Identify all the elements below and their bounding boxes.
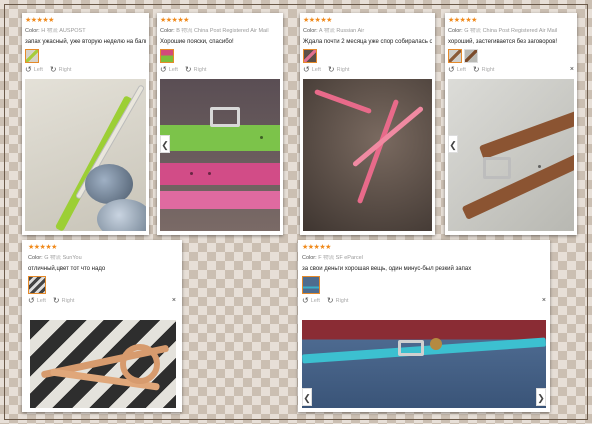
star-rating: ★★★★★ bbox=[25, 17, 54, 24]
previous-photo-button[interactable]: ❮ bbox=[160, 135, 170, 153]
close-icon[interactable]: × bbox=[172, 297, 176, 304]
star-rating: ★★★★★ bbox=[302, 244, 331, 251]
review-text: за свои деньги хорошая вещь, один минус-… bbox=[302, 266, 472, 272]
review-photo bbox=[302, 320, 546, 408]
rotate-right-button[interactable]: Right bbox=[59, 67, 72, 73]
review-text: отличный,цвет тот что надо bbox=[28, 266, 106, 272]
rotate-left-button[interactable]: Left bbox=[312, 67, 321, 73]
photo-thumbnail[interactable] bbox=[25, 49, 39, 63]
review-text: Ждала почти 2 месяца уже спор собиралась… bbox=[303, 39, 432, 45]
star-rating: ★★★★★ bbox=[160, 17, 189, 24]
review-card-1: ★★★★★ Color: H 物流 AUSPOST запах ужасный,… bbox=[22, 13, 149, 235]
next-photo-button[interactable]: ❯ bbox=[536, 388, 546, 406]
photo-thumbnail[interactable] bbox=[28, 276, 46, 294]
rotate-right-icon[interactable]: ↻ bbox=[53, 296, 60, 305]
image-controls: ↺ Left ↻ Right bbox=[160, 65, 280, 74]
photo-thumbnail[interactable] bbox=[464, 49, 478, 63]
rotate-right-icon[interactable]: ↻ bbox=[327, 296, 334, 305]
rotate-left-icon[interactable]: ↺ bbox=[160, 65, 167, 74]
review-meta: Color: H 物流 AUSPOST bbox=[25, 28, 86, 34]
review-photo bbox=[160, 79, 280, 231]
photo-thumbnail[interactable] bbox=[448, 49, 462, 63]
previous-photo-button[interactable]: ❮ bbox=[448, 135, 458, 153]
review-text: запах ужасный, уже вторую неделю на балк… bbox=[25, 39, 146, 45]
review-photo bbox=[448, 79, 574, 231]
rotate-right-icon[interactable]: ↻ bbox=[473, 65, 480, 74]
rotate-left-icon[interactable]: ↺ bbox=[25, 65, 32, 74]
image-controls: ↺ Left ↻ Right bbox=[303, 65, 432, 74]
image-controls: ↺ Left ↻ Right bbox=[25, 65, 146, 74]
review-meta: Color: G 物流 SunYou bbox=[28, 255, 82, 261]
review-photo bbox=[25, 79, 146, 231]
photo-thumbnail[interactable] bbox=[302, 276, 320, 294]
review-photo bbox=[30, 320, 176, 408]
rotate-right-button[interactable]: Right bbox=[336, 298, 349, 304]
rotate-right-button[interactable]: Right bbox=[194, 67, 207, 73]
rotate-right-icon[interactable]: ↻ bbox=[328, 65, 335, 74]
rotate-right-icon[interactable]: ↻ bbox=[185, 65, 192, 74]
review-card-3: ★★★★★ Color: A 物流 Russian Air Ждала почт… bbox=[300, 13, 435, 235]
image-controls: ↺ Left ↻ Right × bbox=[302, 296, 546, 305]
photo-thumbnail[interactable] bbox=[160, 49, 174, 63]
rotate-left-icon[interactable]: ↺ bbox=[448, 65, 455, 74]
rotate-right-button[interactable]: Right bbox=[337, 67, 350, 73]
review-meta: Color: F 物流 SF eParcel bbox=[302, 255, 363, 261]
image-controls: ↺ Left ↻ Right × bbox=[28, 296, 176, 305]
rotate-left-button[interactable]: Left bbox=[37, 298, 46, 304]
photo-thumbnails bbox=[448, 46, 574, 63]
review-meta: Color: B 物流 China Post Registered Air Ma… bbox=[160, 28, 269, 34]
review-card-6: ★★★★★ Color: F 物流 SF eParcel за свои ден… bbox=[298, 240, 550, 412]
rotate-left-button[interactable]: Left bbox=[34, 67, 43, 73]
review-card-2: ★★★★★ Color: B 物流 China Post Registered … bbox=[157, 13, 283, 235]
review-text: Хорошие пояски, спасибо! bbox=[160, 39, 234, 45]
rotate-left-button[interactable]: Left bbox=[311, 298, 320, 304]
rotate-left-icon[interactable]: ↺ bbox=[28, 296, 35, 305]
close-icon[interactable]: × bbox=[542, 297, 546, 304]
review-card-5: ★★★★★ Color: G 物流 SunYou отличный,цвет т… bbox=[22, 240, 182, 412]
rotate-left-button[interactable]: Left bbox=[457, 67, 466, 73]
rotate-right-icon[interactable]: ↻ bbox=[50, 65, 57, 74]
rotate-left-icon[interactable]: ↺ bbox=[303, 65, 310, 74]
star-rating: ★★★★★ bbox=[448, 17, 477, 24]
rotate-left-icon[interactable]: ↺ bbox=[302, 296, 309, 305]
previous-photo-button[interactable]: ❮ bbox=[302, 388, 312, 406]
review-photo bbox=[303, 79, 432, 231]
image-controls: ↺ Left ↻ Right × bbox=[448, 65, 574, 74]
review-meta: Color: G 物流 China Post Registered Air Ma… bbox=[448, 28, 558, 34]
review-meta: Color: A 物流 Russian Air bbox=[303, 28, 365, 34]
rotate-right-button[interactable]: Right bbox=[482, 67, 495, 73]
photo-thumbnail[interactable] bbox=[303, 49, 317, 63]
star-rating: ★★★★★ bbox=[303, 17, 332, 24]
close-icon[interactable]: × bbox=[570, 66, 574, 73]
star-rating: ★★★★★ bbox=[28, 244, 57, 251]
review-card-4: ★★★★★ Color: G 物流 China Post Registered … bbox=[445, 13, 577, 235]
review-text: хороший, застегивается без заговоров! bbox=[448, 39, 558, 45]
rotate-left-button[interactable]: Left bbox=[169, 67, 178, 73]
rotate-right-button[interactable]: Right bbox=[62, 298, 75, 304]
